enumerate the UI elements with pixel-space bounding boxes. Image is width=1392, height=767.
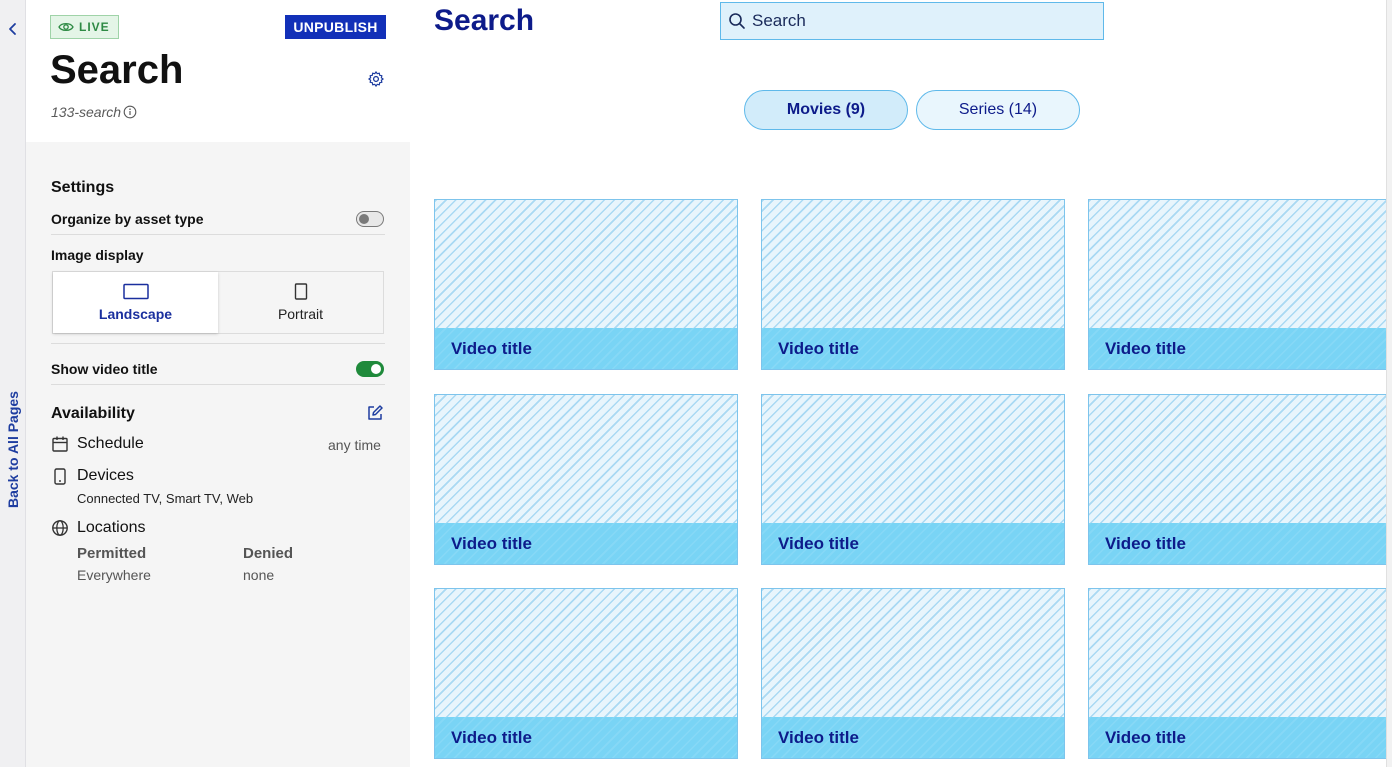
denied-value: none — [243, 567, 275, 583]
settings-heading: Settings — [51, 179, 115, 196]
back-to-all-pages-link[interactable]: Back to All Pages — [5, 388, 21, 508]
search-icon — [729, 13, 745, 29]
video-title: Video title — [762, 523, 1064, 564]
device-icon — [54, 468, 66, 485]
unpublish-button[interactable]: UNPUBLISH — [285, 15, 386, 39]
page-preview: Search Search Movies (9) Series (14) Vid… — [410, 0, 1392, 767]
image-display-label: Image display — [51, 247, 144, 263]
portrait-label: Portrait — [277, 306, 324, 322]
schedule-row: Schedule — [51, 435, 144, 453]
live-status-badge: LIVE — [50, 15, 119, 39]
show-title-label: Show video title — [51, 361, 158, 377]
slug-text: 133-search — [51, 104, 122, 120]
portrait-option[interactable]: Portrait — [218, 272, 383, 333]
live-label: LIVE — [79, 20, 110, 34]
landscape-icon — [122, 283, 149, 300]
video-title: Video title — [435, 328, 737, 369]
divider — [51, 343, 385, 344]
panel-header: LIVE UNPUBLISH Search 133-search — [26, 0, 410, 142]
availability-heading: Availability — [51, 405, 135, 422]
locations-row: Locations — [51, 519, 146, 537]
organize-label: Organize by asset type — [51, 211, 204, 227]
scrollbar-track[interactable] — [1386, 0, 1392, 767]
video-title: Video title — [1089, 523, 1391, 564]
tab-movies[interactable]: Movies (9) — [744, 90, 908, 130]
page-title: Search — [50, 48, 184, 92]
search-input[interactable]: Search — [720, 2, 1104, 40]
app-root: Back to All Pages LIVE UNPUBLISH Search … — [0, 0, 1392, 767]
schedule-label: Schedule — [77, 435, 144, 452]
portrait-icon — [294, 283, 307, 300]
video-tile[interactable]: Video title — [761, 199, 1065, 370]
image-display-selector: Landscape Portrait — [52, 271, 384, 334]
globe-icon — [52, 520, 68, 536]
video-title: Video title — [1089, 328, 1391, 369]
calendar-icon — [52, 436, 68, 452]
divider — [51, 384, 385, 385]
permitted-value: Everywhere — [77, 567, 151, 583]
denied-heading: Denied — [243, 545, 294, 562]
video-tile[interactable]: Video title — [1088, 394, 1392, 565]
video-tile[interactable]: Video title — [1088, 588, 1392, 759]
tab-series[interactable]: Series (14) — [916, 90, 1080, 130]
permitted-heading: Permitted — [77, 545, 147, 562]
search-placeholder: Search — [752, 11, 806, 30]
toggle-knob — [359, 213, 369, 224]
video-tile[interactable]: Video title — [761, 588, 1065, 759]
video-tile[interactable]: Video title — [1088, 199, 1392, 370]
devices-row: Devices — [51, 467, 134, 485]
organize-toggle[interactable] — [356, 211, 384, 227]
video-tile[interactable]: Video title — [434, 588, 738, 759]
landscape-option[interactable]: Landscape — [53, 272, 218, 333]
video-tile[interactable]: Video title — [434, 199, 738, 370]
divider — [51, 234, 385, 235]
video-tile[interactable]: Video title — [761, 394, 1065, 565]
landscape-label: Landscape — [98, 306, 173, 322]
video-title: Video title — [762, 328, 1064, 369]
devices-value: Connected TV, Smart TV, Web — [77, 491, 254, 506]
toggle-knob — [371, 364, 381, 374]
devices-label: Devices — [77, 467, 134, 484]
video-title: Video title — [435, 523, 737, 564]
settings-panel: LIVE UNPUBLISH Search 133-search Setting… — [26, 0, 410, 767]
preview-title: Search — [434, 4, 535, 37]
info-icon[interactable] — [123, 105, 137, 119]
eye-icon — [58, 22, 74, 32]
back-rail[interactable]: Back to All Pages — [0, 0, 26, 767]
schedule-value: any time — [328, 437, 381, 453]
locations-label: Locations — [77, 519, 146, 536]
video-tile[interactable]: Video title — [434, 394, 738, 565]
video-title: Video title — [1089, 717, 1391, 758]
video-title: Video title — [762, 717, 1064, 758]
gear-icon[interactable] — [367, 70, 385, 88]
page-slug: 133-search — [51, 104, 137, 120]
chevron-left-icon[interactable] — [6, 20, 20, 38]
video-title: Video title — [435, 717, 737, 758]
show-title-toggle[interactable] — [356, 361, 384, 377]
edit-icon[interactable] — [366, 404, 384, 422]
